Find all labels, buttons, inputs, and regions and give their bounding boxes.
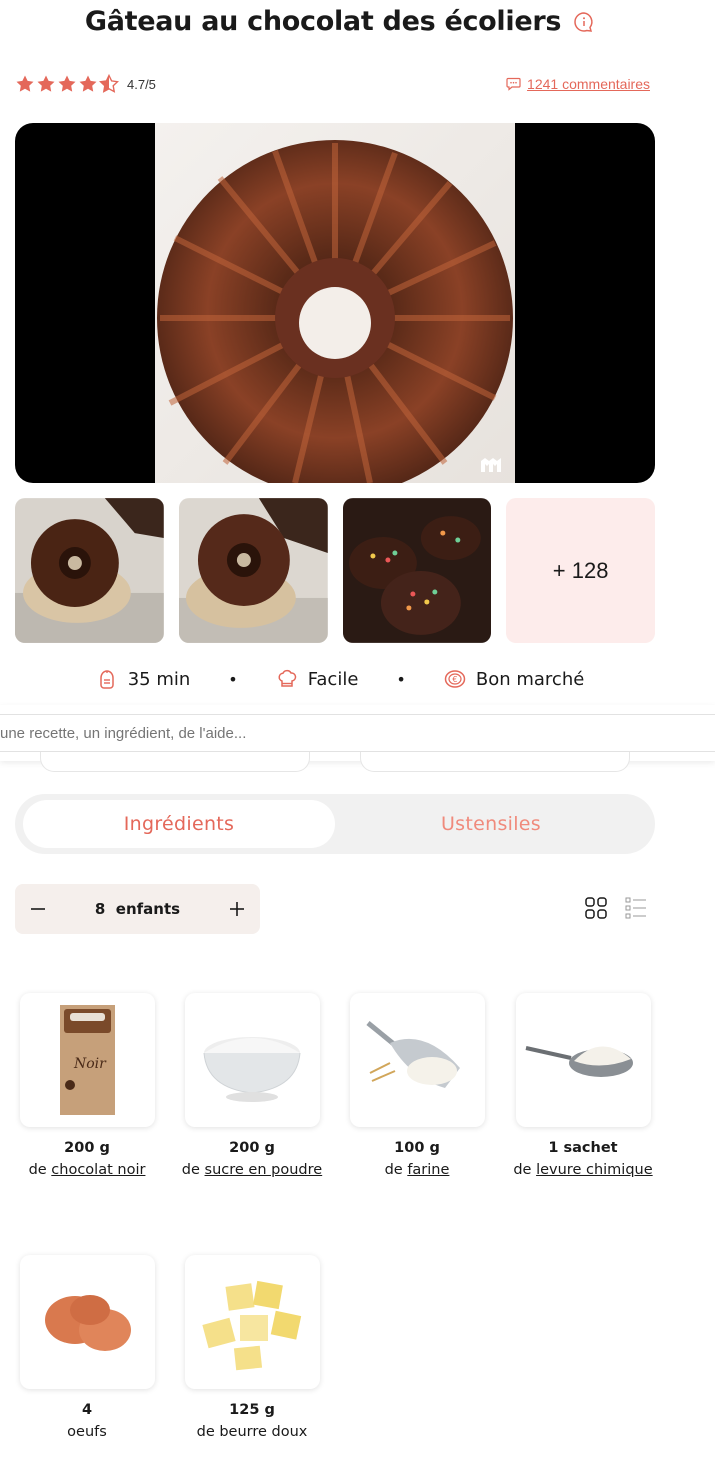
minus-icon	[31, 908, 45, 910]
servings-count: 8	[94, 900, 106, 918]
meta-difficulty-label: Facile	[307, 668, 359, 690]
star-icon	[16, 75, 34, 92]
butter-cubes-image	[201, 1280, 301, 1371]
ingredient-label: beurre doux	[219, 1424, 308, 1440]
gallery-more-label: + 128	[552, 557, 609, 583]
ingredient-name: de beurre doux	[177, 1421, 327, 1443]
view-toggle	[584, 896, 648, 920]
info-icon[interactable]	[573, 11, 595, 33]
ingredient-link[interactable]: levure chimique	[536, 1162, 653, 1178]
ingredient-item: 125 g de beurre doux	[177, 1255, 327, 1443]
rating-stars	[15, 74, 119, 94]
ingredient-image: Noir	[19, 993, 155, 1127]
euro-coin-icon: €	[444, 670, 466, 688]
rating-row: 4.7/5 1241 commentaires	[15, 72, 655, 96]
ingredient-item: Noir 200 g de chocolat noir	[12, 993, 162, 1181]
ingredient-item: 1 sachet de levure chimique	[508, 993, 658, 1181]
ingredient-prefix: de	[384, 1162, 403, 1178]
servings-unit: enfants	[115, 900, 181, 918]
ingredient-image	[184, 993, 320, 1127]
ingredient-link[interactable]: farine	[407, 1162, 449, 1178]
decrease-button[interactable]	[29, 900, 47, 918]
gallery-thumbnails: + 128	[15, 498, 655, 643]
grid-view-icon[interactable]	[584, 896, 608, 920]
hidden-button-edge[interactable]	[360, 752, 630, 772]
ingredient-name: de farine	[342, 1159, 492, 1181]
ingredient-item: 4 oeufs	[12, 1255, 162, 1443]
star-icon	[58, 75, 76, 92]
timer-icon	[99, 670, 114, 689]
gallery-thumb[interactable]	[15, 498, 164, 643]
svg-text:€: €	[452, 675, 457, 684]
ingredient-qty: 125 g	[229, 1402, 275, 1418]
ingredient-name: oeufs	[12, 1421, 162, 1443]
ingredient-prefix: de	[28, 1162, 47, 1178]
sugar-bowl-image	[203, 1037, 300, 1102]
ingredient-name: de chocolat noir	[12, 1159, 162, 1181]
tab-ingredients[interactable]: Ingrédients	[23, 800, 335, 848]
ingredient-name: de sucre en poudre	[177, 1159, 327, 1181]
servings-stepper: 8 enfants	[15, 884, 260, 934]
meta-cost-label: Bon marché	[475, 668, 585, 690]
ingredient-image	[184, 1255, 320, 1389]
ingredient-prefix: de	[181, 1162, 200, 1178]
ingredient-image	[19, 1255, 155, 1389]
gallery-more-button[interactable]: + 128	[506, 498, 655, 643]
ingredient-qty: 200 g	[229, 1140, 275, 1156]
ingredient-link: oeufs	[67, 1424, 107, 1440]
flour-scoop-image	[365, 1021, 460, 1088]
baking-powder-spoon-image	[525, 1046, 633, 1077]
ingredient-image	[515, 993, 651, 1127]
gallery-thumb[interactable]	[178, 498, 328, 643]
recipe-meta: 35 min • Facile • € Bon marché	[0, 668, 680, 690]
separator: •	[228, 669, 238, 689]
cake-thumb-photo	[178, 498, 328, 643]
ingredient-link[interactable]: sucre en poudre	[205, 1162, 323, 1178]
ingredient-qty: 4	[81, 1402, 93, 1418]
svg-text:Noir: Noir	[73, 1056, 107, 1072]
chocolate-bar-image: Noir	[59, 1005, 115, 1115]
recipe-title: Gâteau au chocolat des écoliers	[84, 6, 562, 37]
star-icon	[37, 75, 55, 92]
ingredient-qty: 200 g	[64, 1140, 110, 1156]
ingredient-prefix: de	[196, 1424, 215, 1440]
brand-logo-icon	[481, 458, 501, 472]
plus-icon	[229, 902, 244, 916]
eggs-image	[44, 1295, 131, 1351]
hidden-button-edge[interactable]	[40, 752, 310, 772]
ingredient-image	[349, 993, 485, 1127]
list-view-icon[interactable]	[624, 896, 648, 920]
star-half-icon	[99, 74, 119, 93]
comment-icon	[506, 77, 521, 91]
separator: •	[396, 669, 406, 689]
ingredients-tabs: Ingrédients Ustensiles	[15, 794, 655, 854]
meta-time: 35 min	[96, 668, 191, 690]
cake-thumb-photo	[15, 498, 164, 643]
ingredient-prefix: de	[513, 1162, 532, 1178]
star-icon	[79, 75, 97, 92]
search-input[interactable]	[0, 714, 715, 752]
servings-label: 8 enfants	[95, 900, 180, 918]
tab-utensils[interactable]: Ustensiles	[335, 800, 647, 848]
ingredient-item: 100 g de farine	[342, 993, 492, 1181]
ingredient-qty: 1 sachet	[548, 1140, 618, 1156]
hero-media[interactable]	[15, 123, 655, 483]
muffin-thumb-photo	[342, 498, 492, 643]
increase-button[interactable]	[228, 900, 246, 918]
ingredient-qty: 100 g	[394, 1140, 440, 1156]
chef-hat-icon	[278, 669, 296, 687]
comments-label: 1241 commentaires	[527, 76, 650, 92]
meta-time-label: 35 min	[127, 668, 191, 690]
meta-cost: € Bon marché	[444, 668, 584, 690]
meta-difficulty: Facile	[276, 668, 359, 690]
gallery-thumb[interactable]	[342, 498, 492, 643]
cake-photo	[155, 123, 515, 483]
ingredient-link[interactable]: chocolat noir	[51, 1162, 145, 1178]
title-row: Gâteau au chocolat des écoliers	[0, 6, 680, 37]
rating-text: 4.7/5	[127, 76, 156, 92]
ingredient-name: de levure chimique	[508, 1159, 658, 1181]
comments-link[interactable]: 1241 commentaires	[506, 76, 650, 92]
ingredient-item: 200 g de sucre en poudre	[177, 993, 327, 1181]
